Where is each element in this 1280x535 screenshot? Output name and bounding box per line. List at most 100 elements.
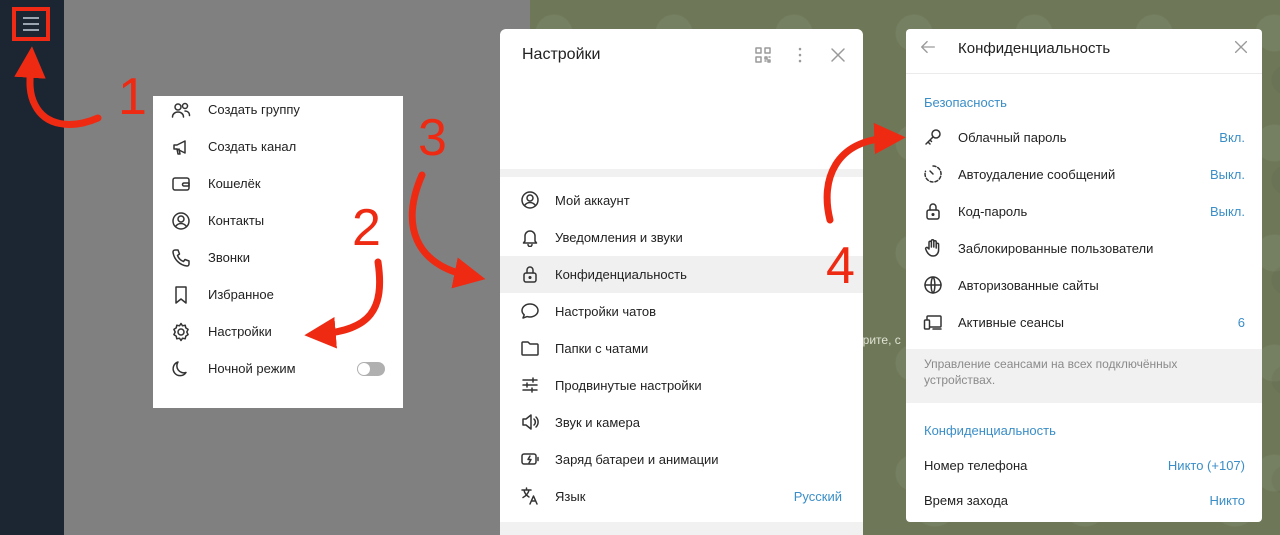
divider (500, 169, 863, 177)
privacy-item-label: Время захода (924, 493, 1009, 508)
bell-icon (520, 227, 540, 248)
bookmark-icon (171, 285, 191, 305)
menu-item-settings[interactable]: Настройки (153, 313, 403, 350)
user-icon (520, 190, 540, 210)
privacy-item-authorized-sites[interactable]: Авторизованные сайты (906, 266, 1262, 303)
moon-icon (171, 359, 191, 379)
settings-panel: Настройки Мой аккаунт Уведомления и звук… (500, 29, 863, 535)
privacy-item-value: 6 (1237, 315, 1245, 330)
menu-item-label: Ночной режим (208, 361, 296, 376)
lock-icon (923, 201, 943, 221)
translate-icon (520, 486, 540, 506)
settings-item-label: Заряд батареи и анимации (555, 452, 719, 467)
menu-item-create-channel[interactable]: Создать канал (153, 128, 403, 165)
section-header-privacy: Конфиденциальность (924, 423, 1056, 438)
privacy-item-label: Авторизованные сайты (958, 278, 1099, 293)
battery-icon (520, 449, 540, 469)
sliders-icon (520, 375, 540, 395)
menu-item-wallet[interactable]: Кошелёк (153, 165, 403, 202)
privacy-item-label: Облачный пароль (958, 130, 1067, 145)
settings-item-sound-camera[interactable]: Звук и камера (500, 404, 863, 441)
settings-item-folders[interactable]: Папки с чатами (500, 330, 863, 367)
devices-icon (923, 312, 943, 332)
divider (500, 522, 863, 535)
night-mode-toggle[interactable] (357, 362, 385, 376)
privacy-item-phone-number[interactable]: Номер телефона Никто (+107) (906, 446, 1262, 483)
settings-item-advanced[interactable]: Продвинутые настройки (500, 367, 863, 404)
settings-item-language[interactable]: Язык Русский (500, 478, 863, 515)
menu-item-create-group[interactable]: Создать группу (153, 91, 403, 128)
privacy-item-active-sessions[interactable]: Активные сеансы 6 (906, 303, 1262, 340)
privacy-panel: Конфиденциальность Безопасность Облачный… (906, 29, 1262, 522)
qr-code-icon[interactable] (753, 45, 773, 65)
chat-bubble-icon (520, 301, 540, 321)
settings-item-notifications[interactable]: Уведомления и звуки (500, 219, 863, 256)
speaker-icon (520, 412, 540, 432)
sessions-note: Управление сеансами на всех подключённых… (906, 349, 1262, 403)
privacy-item-value: Выкл. (1209, 167, 1245, 182)
settings-item-label: Язык (555, 489, 586, 504)
privacy-item-label: Код-пароль (958, 204, 1028, 219)
menu-item-label: Создать группу (208, 102, 300, 117)
settings-item-account[interactable]: Мой аккаунт (500, 182, 863, 219)
menu-item-label: Звонки (208, 250, 250, 265)
menu-item-calls[interactable]: Звонки (153, 239, 403, 276)
privacy-item-passcode[interactable]: Код-пароль Выкл. (906, 192, 1262, 229)
privacy-item-label: Заблокированные пользователи (958, 241, 1154, 256)
group-icon (171, 100, 191, 120)
close-icon[interactable] (828, 45, 848, 65)
divider (906, 73, 1262, 74)
privacy-item-value: Выкл. (1209, 204, 1245, 219)
privacy-item-auto-delete[interactable]: Автоудаление сообщений Выкл. (906, 155, 1262, 192)
menu-item-night-mode[interactable]: Ночной режим (153, 350, 403, 387)
privacy-item-label: Автоудаление сообщений (958, 167, 1116, 182)
settings-item-label: Настройки чатов (555, 304, 657, 319)
privacy-item-value: Никто (1209, 493, 1245, 508)
settings-item-label: Уведомления и звуки (555, 230, 683, 245)
settings-item-chat-settings[interactable]: Настройки чатов (500, 293, 863, 330)
privacy-item-label: Номер телефона (924, 458, 1028, 473)
gear-icon (171, 322, 191, 342)
globe-icon (923, 275, 943, 295)
menu-item-label: Контакты (208, 213, 265, 228)
hamburger-icon (23, 17, 39, 19)
lock-icon (520, 264, 540, 284)
menu-item-label: Избранное (208, 287, 274, 302)
privacy-item-label: Активные сеансы (958, 315, 1064, 330)
menu-item-label: Настройки (208, 324, 272, 339)
timer-icon (923, 164, 943, 184)
back-arrow-icon[interactable] (919, 38, 937, 56)
settings-item-label: Звук и камера (555, 415, 640, 430)
menu-item-contacts[interactable]: Контакты (153, 202, 403, 239)
language-value: Русский (793, 489, 842, 504)
key-icon (923, 127, 943, 147)
settings-item-label: Конфиденциальность (555, 267, 687, 282)
settings-item-battery[interactable]: Заряд батареи и анимации (500, 441, 863, 478)
folder-icon (520, 338, 540, 358)
settings-item-privacy[interactable]: Конфиденциальность (500, 256, 863, 293)
privacy-item-value: Вкл. (1219, 130, 1245, 145)
settings-item-label: Папки с чатами (555, 341, 649, 356)
privacy-item-cloud-password[interactable]: Облачный пароль Вкл. (906, 118, 1262, 155)
menu-item-label: Кошелёк (208, 176, 261, 191)
hamburger-menu-button[interactable] (12, 7, 50, 41)
settings-title: Настройки (522, 46, 601, 63)
phone-icon (171, 248, 191, 268)
contact-icon (171, 211, 191, 231)
sessions-note-text: Управление сеансами на всех подключённых… (924, 357, 1178, 387)
privacy-title: Конфиденциальность (958, 40, 1111, 57)
megaphone-icon (171, 137, 191, 157)
privacy-item-blocked-users[interactable]: Заблокированные пользователи (906, 229, 1262, 266)
privacy-item-value: Никто (+107) (1167, 458, 1245, 473)
settings-item-label: Мой аккаунт (555, 193, 630, 208)
more-vertical-icon[interactable] (790, 45, 810, 65)
wallet-icon (171, 174, 191, 194)
main-menu: Создать группу Создать канал Кошелёк Кон… (153, 96, 403, 408)
close-icon[interactable] (1232, 38, 1250, 56)
menu-item-label: Создать канал (208, 139, 297, 154)
menu-item-saved[interactable]: Избранное (153, 276, 403, 313)
privacy-item-last-seen[interactable]: Время захода Никто (906, 481, 1262, 518)
section-header-security: Безопасность (924, 95, 1007, 110)
left-sidebar (0, 0, 64, 535)
settings-item-label: Продвинутые настройки (555, 378, 702, 393)
